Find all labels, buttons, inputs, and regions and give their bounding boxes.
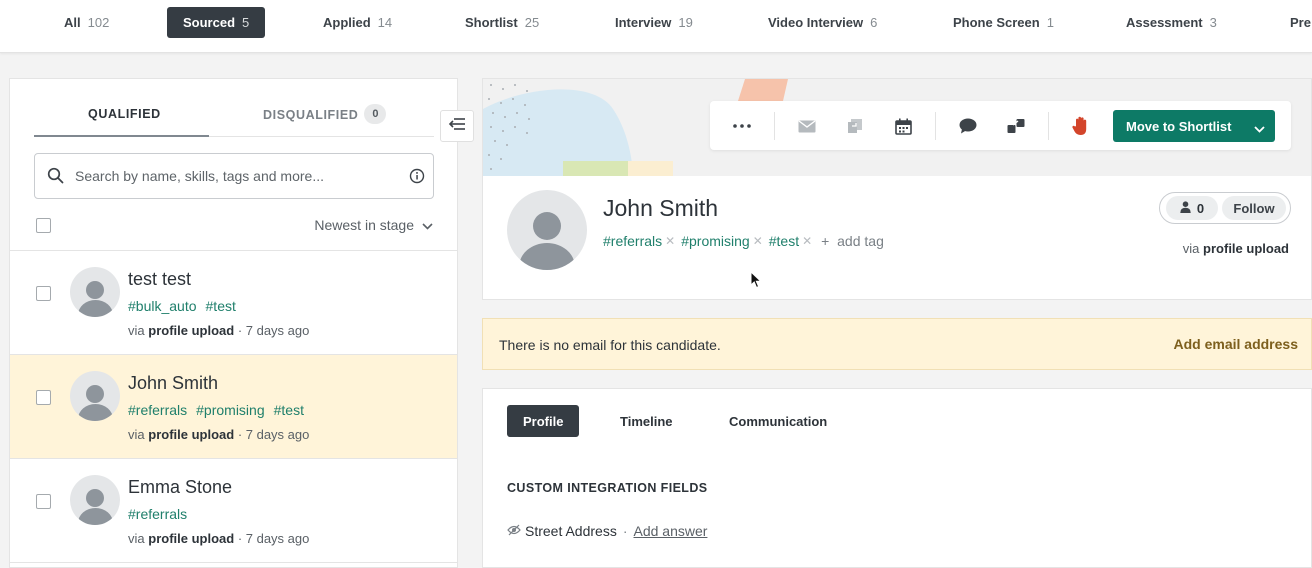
- search-input[interactable]: [75, 164, 395, 188]
- copy-icon[interactable]: [844, 115, 866, 137]
- search-icon: [47, 167, 64, 189]
- tag[interactable]: #promising: [681, 233, 749, 249]
- candidate-tags: #referrals #promising #test: [128, 402, 304, 418]
- candidate-checkbox[interactable]: [36, 390, 51, 405]
- stage-tab-sourced[interactable]: Sourced 5: [167, 7, 266, 38]
- stage-tab-applied[interactable]: Applied 14: [307, 7, 408, 38]
- candidate-row-selected[interactable]: John Smith #referrals #promising #test v…: [10, 355, 457, 459]
- profile-avatar: [507, 190, 587, 270]
- profile-name: John Smith: [603, 195, 719, 221]
- hidden-eye-icon: [507, 523, 521, 539]
- notice-message: There is no email for this candidate.: [499, 337, 721, 353]
- tag[interactable]: #bulk_auto: [128, 298, 197, 314]
- active-tab-underline: [34, 135, 209, 137]
- tag[interactable]: #test: [206, 298, 236, 314]
- add-tag-button[interactable]: + add tag: [821, 233, 884, 249]
- stage-tab-assessment[interactable]: Assessment 3: [1110, 7, 1233, 38]
- stop-hand-icon[interactable]: [1070, 115, 1092, 137]
- calendar-icon[interactable]: [892, 115, 914, 137]
- tag[interactable]: #referrals: [128, 402, 187, 418]
- stage-tab-pre[interactable]: Pre: [1274, 7, 1311, 38]
- candidate-detail-card: Profile Timeline Communication CUSTOM IN…: [482, 388, 1312, 568]
- candidate-checkbox[interactable]: [36, 286, 51, 301]
- add-answer-link[interactable]: Add answer: [634, 523, 708, 539]
- candidate-checkbox[interactable]: [36, 494, 51, 509]
- candidate-row[interactable]: test test #bulk_auto #test via profile u…: [10, 251, 457, 355]
- divider: [935, 112, 936, 140]
- disqualified-count-badge: 0: [364, 104, 387, 124]
- remove-tag-icon[interactable]: ✕: [802, 234, 812, 248]
- tab-timeline[interactable]: Timeline: [604, 405, 689, 437]
- candidate-tags: #bulk_auto #test: [128, 298, 236, 314]
- candidate-source: via profile upload · 7 days ago: [128, 427, 310, 442]
- transfer-icon[interactable]: [1005, 115, 1027, 137]
- stage-tab-shortlist[interactable]: Shortlist 25: [449, 7, 555, 38]
- tag[interactable]: #test: [769, 233, 799, 249]
- comment-icon[interactable]: [957, 115, 979, 137]
- candidate-name: John Smith: [128, 373, 219, 393]
- follower-count[interactable]: 0: [1166, 196, 1218, 220]
- stage-tab-interview[interactable]: Interview 19: [599, 7, 709, 38]
- chevron-down-icon[interactable]: [1254, 121, 1265, 136]
- candidate-action-bar: Move to Shortlist: [710, 101, 1291, 150]
- select-all-checkbox[interactable]: [36, 218, 51, 233]
- tag[interactable]: #test: [274, 402, 304, 418]
- candidate-row[interactable]: Emma Stone #referrals via profile upload…: [10, 459, 457, 563]
- tab-disqualified[interactable]: DISQUALIFIED 0: [263, 104, 387, 124]
- add-email-link[interactable]: Add email address: [1174, 336, 1299, 352]
- list-controls: Newest in stage: [10, 205, 457, 251]
- candidate-name: Emma Stone: [128, 477, 233, 497]
- stage-tab-all[interactable]: All 102: [48, 7, 125, 38]
- person-icon: [1180, 200, 1191, 216]
- avatar: [70, 475, 120, 525]
- section-title: CUSTOM INTEGRATION FIELDS: [507, 481, 708, 495]
- remove-tag-icon[interactable]: ✕: [665, 234, 675, 248]
- avatar: [70, 371, 120, 421]
- follow-control: 0 Follow: [1159, 192, 1291, 224]
- stage-tab-phone-screen[interactable]: Phone Screen 1: [937, 7, 1070, 38]
- collapse-panel-button[interactable]: [440, 110, 474, 142]
- more-icon[interactable]: [731, 115, 753, 137]
- candidate-source: via profile upload · 7 days ago: [128, 323, 310, 338]
- plus-icon: +: [821, 233, 830, 249]
- tab-profile[interactable]: Profile: [507, 405, 580, 437]
- collapse-left-icon: [448, 117, 466, 136]
- qualification-tabs: QUALIFIED DISQUALIFIED 0: [34, 79, 434, 137]
- divider: [1048, 112, 1049, 140]
- candidate-search-box: [34, 153, 434, 199]
- avatar: [70, 267, 120, 317]
- custom-field-row: Street Address · Add answer: [507, 523, 707, 539]
- tag[interactable]: #referrals: [128, 506, 187, 522]
- email-icon[interactable]: [796, 115, 818, 137]
- mouse-cursor-icon: [750, 270, 762, 294]
- candidate-tags: #referrals: [128, 506, 187, 522]
- profile-tags: #referrals ✕ #promising ✕ #test ✕ + add tag: [603, 233, 884, 249]
- candidate-source: via profile upload · 7 days ago: [128, 531, 310, 546]
- tag[interactable]: #referrals: [603, 233, 662, 249]
- remove-tag-icon[interactable]: ✕: [753, 234, 763, 248]
- profile-source: via profile upload: [1182, 241, 1289, 256]
- info-icon[interactable]: [409, 168, 425, 189]
- field-label: Street Address: [525, 523, 617, 539]
- candidate-name: test test: [128, 269, 192, 289]
- tab-qualified[interactable]: QUALIFIED: [88, 107, 161, 121]
- missing-email-notice: There is no email for this candidate. Ad…: [482, 318, 1312, 370]
- candidate-list-panel: QUALIFIED DISQUALIFIED0 Newest in stage …: [9, 78, 458, 568]
- chevron-down-icon: [422, 217, 433, 233]
- follow-button[interactable]: Follow: [1222, 196, 1286, 220]
- move-to-shortlist-button[interactable]: Move to Shortlist: [1113, 110, 1275, 142]
- candidate-profile-header: John Smith #referrals ✕ #promising ✕ #test…: [482, 176, 1312, 300]
- stage-tab-video-interview[interactable]: Video Interview 6: [752, 7, 893, 38]
- tag[interactable]: #promising: [196, 402, 264, 418]
- field-separator: ·: [622, 523, 628, 539]
- sort-dropdown[interactable]: Newest in stage: [314, 217, 433, 233]
- stage-bar: All 102 Sourced 5 Applied 14 Shortlist 25 In…: [0, 0, 1312, 53]
- divider: [774, 112, 775, 140]
- tab-communication[interactable]: Communication: [713, 405, 843, 437]
